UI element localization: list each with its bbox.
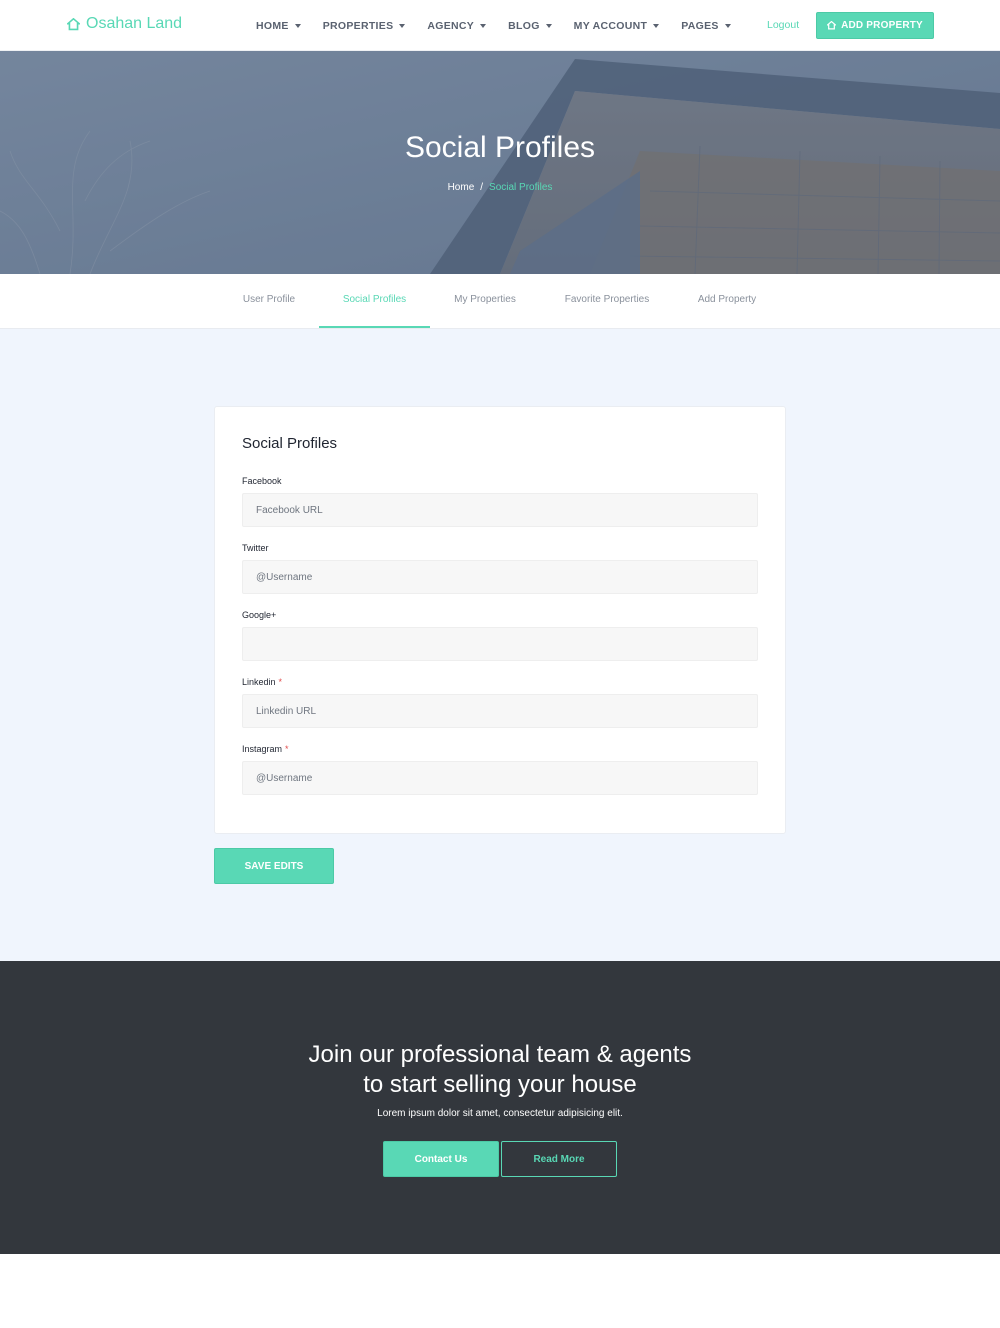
facebook-label: Facebook xyxy=(242,476,282,486)
caret-down-icon xyxy=(399,23,406,28)
nav-item-my-account[interactable]: MY ACCOUNT xyxy=(574,20,660,32)
tab-favorite-properties[interactable]: Favorite Properties xyxy=(552,274,662,328)
page-title: Social Profiles xyxy=(404,131,596,164)
tab-social-profiles[interactable]: Social Profiles xyxy=(319,274,430,328)
nav-item-properties[interactable]: PROPERTIES xyxy=(323,20,406,32)
twitter-label: Twitter xyxy=(242,543,269,553)
breadcrumb-current: Social Profiles xyxy=(489,182,553,193)
tab-my-properties[interactable]: My Properties xyxy=(442,274,528,328)
brand-name: Osahan Land xyxy=(86,15,183,32)
google-plus-input[interactable] xyxy=(242,627,758,661)
cta-subtitle: Lorem ipsum dolor sit amet, consectetur … xyxy=(377,1108,623,1119)
required-mark: * xyxy=(285,744,289,754)
linkedin-input[interactable] xyxy=(242,694,758,728)
facebook-input[interactable] xyxy=(242,493,758,527)
main-content: Social Profiles Facebook Twitter Google+… xyxy=(0,329,1000,961)
main-nav: HOME PROPERTIES AGENCY BLOG MY ACCOUNT P… xyxy=(256,0,753,51)
page-hero: Social Profiles Home / Social Profiles xyxy=(0,51,1000,274)
field-label-text: Facebook xyxy=(242,476,282,486)
contact-us-button[interactable]: Contact Us xyxy=(383,1141,499,1177)
cta-title-line-2: to start selling your house xyxy=(363,1071,637,1098)
card-title: Social Profiles xyxy=(242,435,338,452)
caret-down-icon xyxy=(724,23,731,28)
nav-item-pages[interactable]: PAGES xyxy=(681,19,731,32)
nav-item-label: BLOG xyxy=(508,19,540,32)
twitter-input[interactable] xyxy=(242,560,758,594)
field-label-text: Linkedin xyxy=(242,677,276,687)
nav-item-label: PAGES xyxy=(681,19,719,32)
nav-item-home[interactable]: HOME xyxy=(256,20,301,32)
top-navbar: Osahan Land HOME PROPERTIES AGENCY BLOG … xyxy=(0,0,1000,51)
tab-add-property[interactable]: Add Property xyxy=(686,274,768,328)
required-mark: * xyxy=(278,677,283,687)
cta-title: Join our professional team & agents to s… xyxy=(0,1040,1000,1100)
instagram-label: Instagram * xyxy=(242,744,289,754)
add-property-label: ADD PROPERTY xyxy=(841,20,923,31)
nav-item-blog[interactable]: BLOG xyxy=(508,20,552,32)
tab-user-profile[interactable]: User Profile xyxy=(230,274,308,328)
nav-item-label: AGENCY xyxy=(427,19,475,32)
nav-item-agency[interactable]: AGENCY xyxy=(427,19,487,32)
home-icon xyxy=(827,21,837,30)
caret-down-icon xyxy=(480,23,487,28)
google-plus-label: Google+ xyxy=(242,610,276,620)
field-label-text: Google+ xyxy=(242,610,277,620)
cta-title-line-1: Join our professional team & agents xyxy=(308,1041,692,1068)
brand-logo[interactable]: Osahan Land xyxy=(67,15,182,33)
read-more-button[interactable]: Read More xyxy=(501,1141,617,1177)
join-team-banner: Join our professional team & agents to s… xyxy=(0,961,1000,1254)
instagram-input[interactable] xyxy=(242,761,758,795)
breadcrumb-home[interactable]: Home xyxy=(448,182,475,193)
caret-down-icon xyxy=(294,23,301,28)
linkedin-label: Linkedin * xyxy=(242,677,282,687)
nav-item-label: PROPERTIES xyxy=(322,19,394,32)
social-profiles-card: Social Profiles Facebook Twitter Google+… xyxy=(214,406,786,834)
field-label-text: Twitter xyxy=(242,543,269,553)
home-icon xyxy=(67,17,80,30)
breadcrumb-separator: / xyxy=(480,182,484,193)
nav-item-label: HOME xyxy=(256,19,289,32)
caret-down-icon xyxy=(545,23,552,28)
nav-item-label: MY ACCOUNT xyxy=(573,19,648,32)
caret-down-icon xyxy=(653,23,660,28)
logout-link[interactable]: Logout xyxy=(767,19,799,31)
breadcrumb: Home / Social Profiles xyxy=(0,182,1000,193)
field-label-text: Instagram xyxy=(242,744,283,754)
profile-tabs: User Profile Social Profiles My Properti… xyxy=(0,274,1000,329)
save-edits-button[interactable]: SAVE EDITS xyxy=(214,848,334,884)
add-property-button[interactable]: ADD PROPERTY xyxy=(816,12,934,39)
